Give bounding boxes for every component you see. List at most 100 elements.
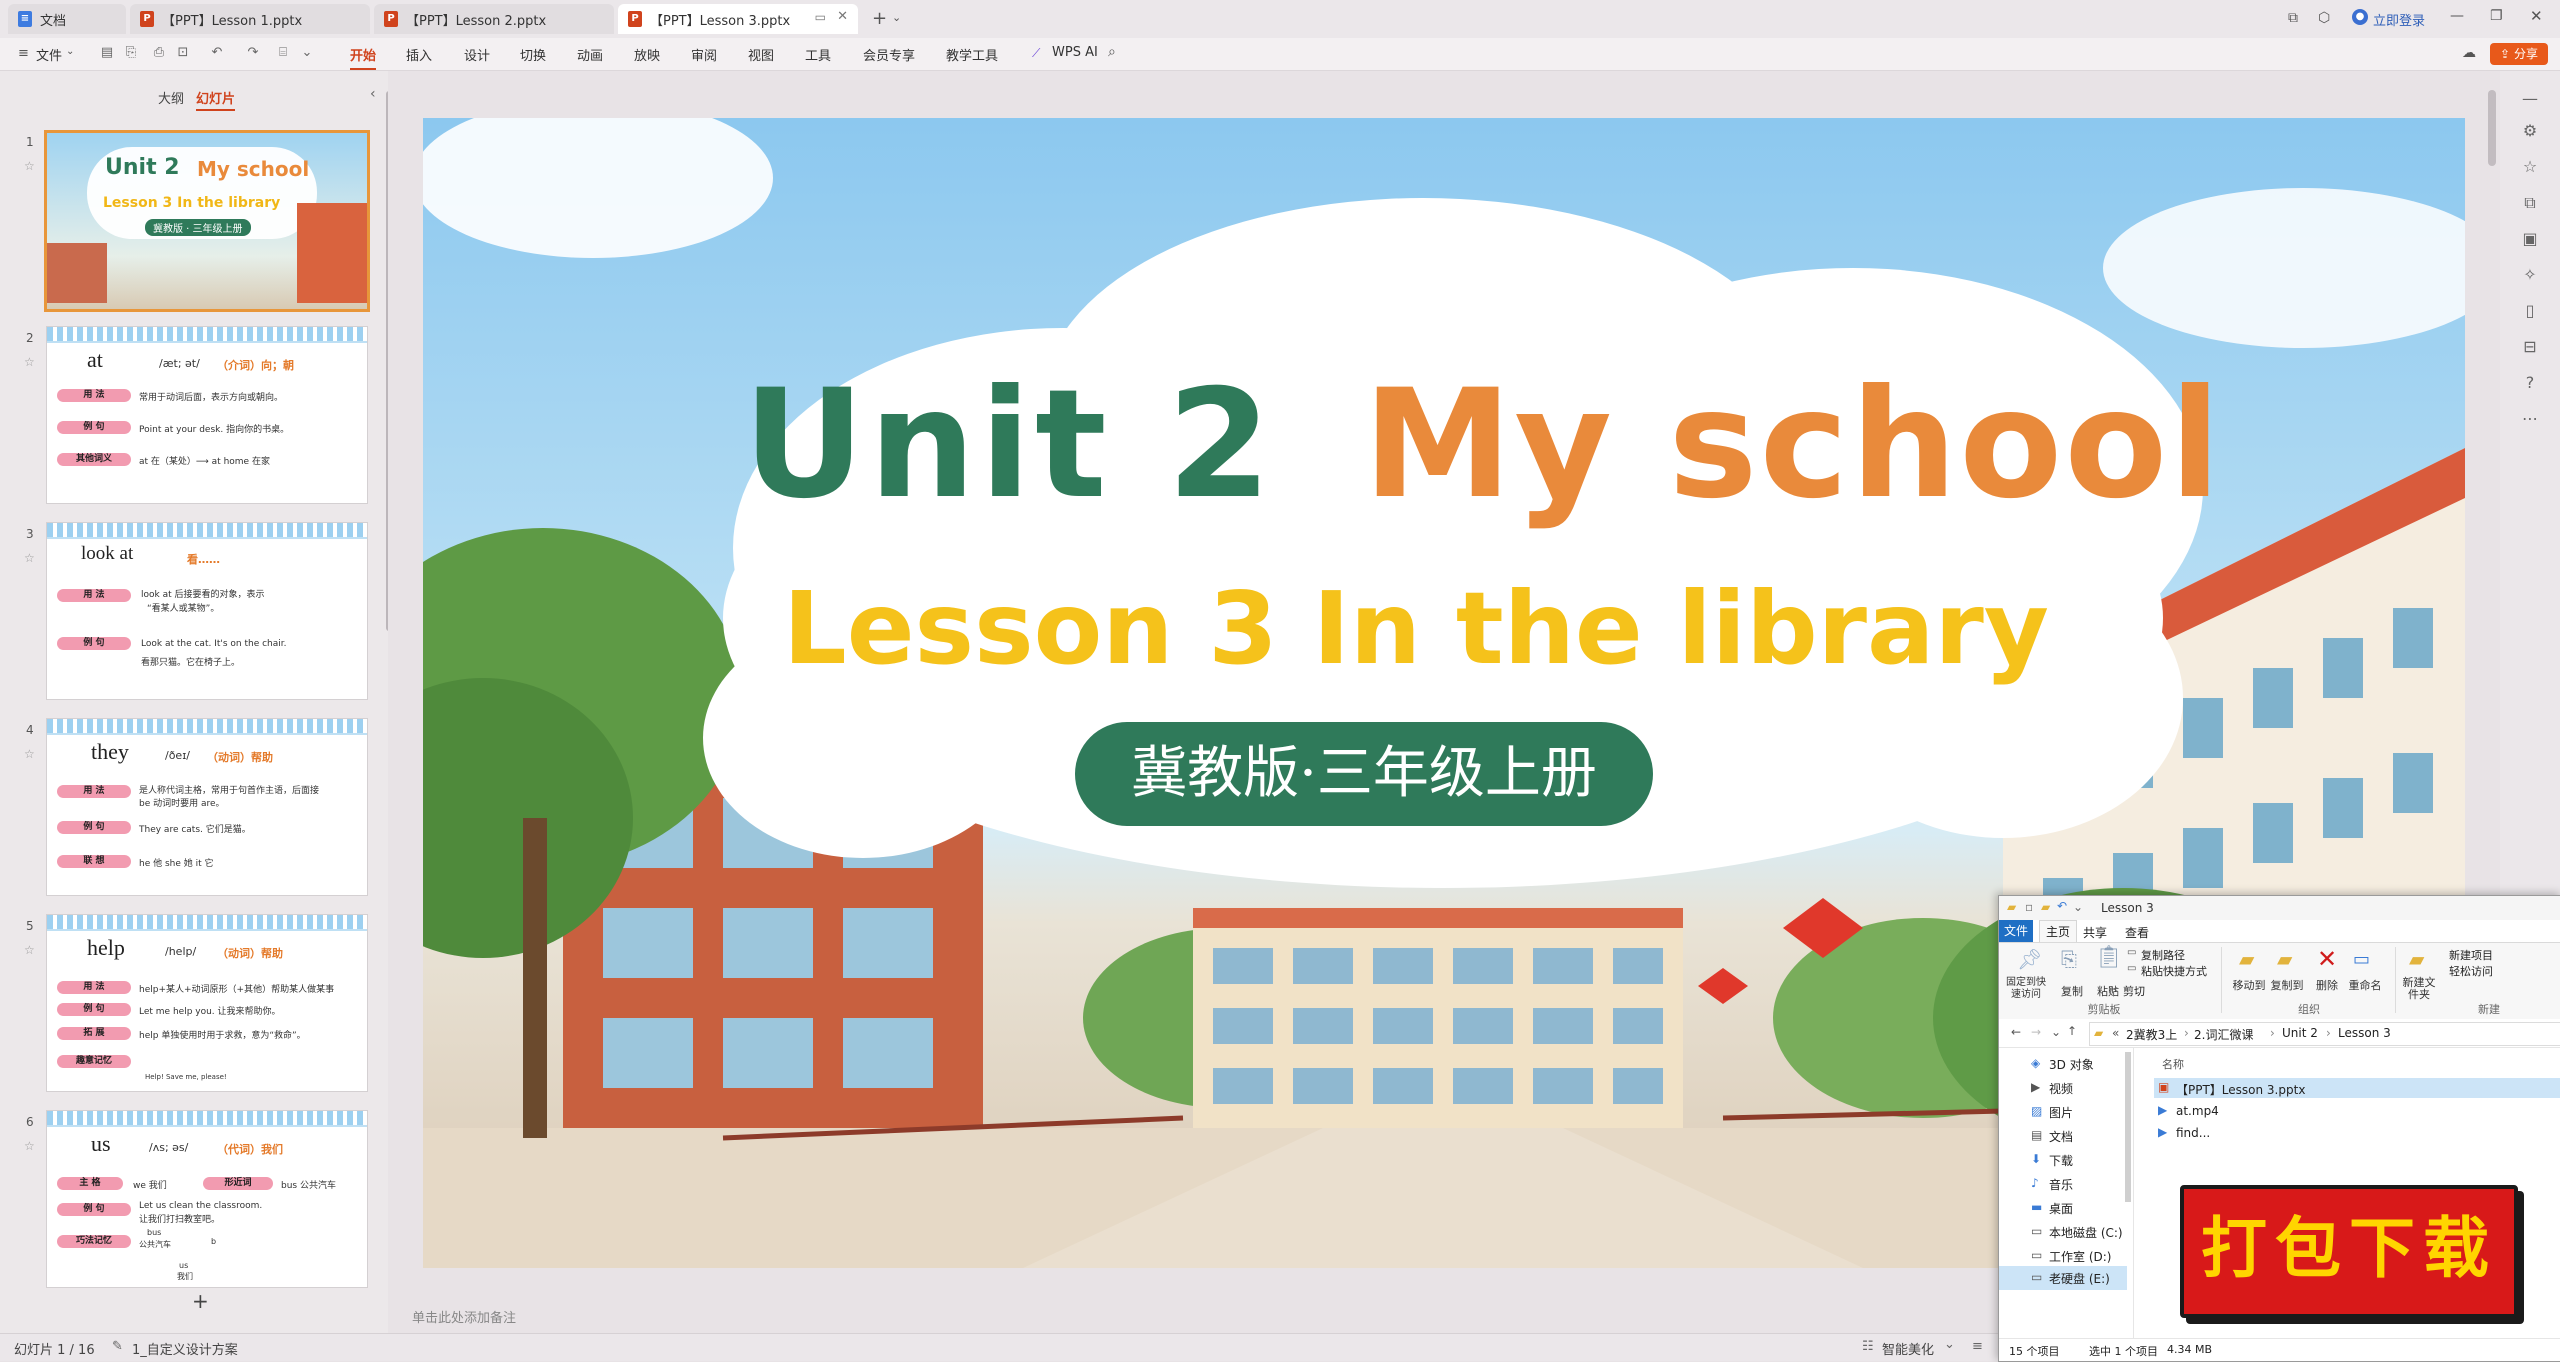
tab-documents[interactable]: ≡ 文档 (8, 4, 126, 34)
slide-scrollbar[interactable] (2488, 90, 2496, 166)
smart-beautify[interactable]: 智能美化 (1882, 1339, 1934, 1358)
back-icon[interactable]: ← (2011, 1025, 2021, 1039)
paste-button[interactable]: 粘贴 (2093, 983, 2123, 999)
menu-slideshow[interactable]: 放映 (634, 45, 660, 64)
notes-icon[interactable]: ≡ (1972, 1339, 1983, 1354)
pin-icon[interactable]: 📌︎ (2017, 947, 2042, 971)
ribbon-tab-share[interactable]: 共享 (2083, 924, 2107, 941)
breadcrumb-item[interactable]: 2.词汇微课 (2194, 1026, 2253, 1043)
chevron-down-icon[interactable]: ⌄ (300, 46, 314, 60)
breadcrumb-item[interactable]: Unit 2 (2282, 1026, 2318, 1040)
cloud-sync-icon[interactable]: ☁ (2462, 45, 2476, 61)
nav-drive-d[interactable]: 工作室 (D:) (2049, 1248, 2111, 1265)
copy-icon[interactable]: ⧉ (2520, 193, 2540, 213)
collapse-panel-icon[interactable]: ‹ (370, 86, 376, 102)
rename-icon[interactable]: ▭ (2353, 949, 2370, 970)
chevron-down-icon[interactable]: ⌄ (1944, 1337, 1955, 1352)
settings-icon[interactable]: ⚙ (2520, 121, 2540, 141)
new-item-button[interactable]: 新建项目 (2449, 947, 2493, 963)
copy-to-button[interactable]: 复制到 (2267, 977, 2307, 993)
nav-drive-c[interactable]: 本地磁盘 (C:) (2049, 1224, 2123, 1241)
copy-path-button[interactable]: 复制路径 (2141, 947, 2185, 963)
rename-button[interactable]: 重命名 (2347, 977, 2383, 993)
breadcrumb[interactable]: ▰ « 2冀教3上 › 2.词汇微课 › Unit 2 › Lesson 3 (2089, 1022, 2560, 1046)
help-icon[interactable]: ? (2520, 373, 2540, 393)
breadcrumb-item[interactable]: 2冀教3上 (2126, 1026, 2177, 1043)
minimize-icon[interactable]: — (2450, 8, 2464, 24)
star-icon[interactable]: ☆ (2520, 157, 2540, 177)
slide-thumbnail-3[interactable]: look at 看…… 用 法 look at 后接要看的对象，表示 “看某人或… (46, 522, 368, 700)
slide-thumbnail-2[interactable]: at /æt; ət/ （介词）向；朝 用 法 常用于动词后面，表示方向或朝向。… (46, 326, 368, 504)
slide-thumbnail-6[interactable]: us /ʌs; əs/ （代词）我们 主 格 we 我们 形近词 bus 公共汽… (46, 1110, 368, 1288)
minimize-panel-icon[interactable]: — (2520, 89, 2540, 109)
undo-icon[interactable]: ↶ (2057, 899, 2067, 913)
close-window-icon[interactable]: ✕ (2530, 7, 2543, 25)
menu-animation[interactable]: 动画 (577, 45, 603, 64)
redo-icon[interactable]: ↷ (246, 46, 260, 60)
nav-scrollbar[interactable] (2125, 1052, 2131, 1202)
easy-access-button[interactable]: 轻松访问 (2449, 963, 2493, 979)
new-folder-icon[interactable]: ▰ (2409, 947, 2424, 971)
tab-outline[interactable]: 大纲 (158, 88, 184, 107)
design-scheme[interactable]: 1_自定义设计方案 (132, 1339, 238, 1358)
menu-file[interactable]: 文件 (36, 45, 62, 64)
menu-view[interactable]: 视图 (748, 45, 774, 64)
move-to-button[interactable]: 移动到 (2229, 977, 2269, 993)
file-name[interactable]: at.mp4 (2176, 1104, 2219, 1118)
star-icon[interactable]: ☆ (24, 355, 35, 369)
slide-thumbnail-1[interactable]: Unit 2 My school Lesson 3 In the library… (44, 130, 370, 312)
user-avatar-icon[interactable]: ● (2352, 9, 2368, 25)
menu-wps-ai[interactable]: WPS AI (1052, 45, 1098, 60)
file-name[interactable]: find... (2176, 1126, 2210, 1140)
file-name[interactable]: 【PPT】Lesson 3.pptx (2176, 1081, 2305, 1098)
paste-icon[interactable]: 📋︎ (2095, 945, 2123, 970)
up-icon[interactable]: ↑ (2067, 1024, 2077, 1038)
close-tab-icon[interactable]: ✕ (837, 9, 848, 24)
chevron-down-icon[interactable]: ⌄ (2051, 1025, 2061, 1039)
chevron-down-icon[interactable]: ⌄ (2073, 900, 2083, 914)
export-icon[interactable]: ⎘ (124, 46, 138, 60)
copy-button[interactable]: 复制 (2057, 983, 2087, 999)
download-package-banner[interactable]: 打包下载 (2180, 1185, 2518, 1318)
nav-videos[interactable]: 视频 (2049, 1080, 2073, 1097)
restore-icon[interactable]: ❐ (2490, 8, 2503, 24)
menu-insert[interactable]: 插入 (406, 45, 432, 64)
share-button[interactable]: ⇪ 分享 (2490, 43, 2548, 65)
nav-documents[interactable]: 文档 (2049, 1128, 2073, 1145)
more-icon[interactable]: ⋯ (2520, 409, 2540, 429)
pin-quick-access-button[interactable]: 固定到快速访问 (2003, 977, 2049, 1001)
preview-icon[interactable]: ⊡ (176, 46, 190, 60)
move-to-icon[interactable]: ▰ (2239, 947, 2254, 971)
compare-icon[interactable]: ⊟ (2520, 337, 2540, 357)
cube-icon[interactable]: ⬡ (2318, 10, 2330, 26)
star-icon[interactable]: ☆ (24, 747, 35, 761)
search-icon[interactable]: ⌕ (1108, 44, 1116, 60)
delete-button[interactable]: 删除 (2309, 977, 2345, 993)
add-slide-icon[interactable]: + (192, 1289, 209, 1313)
new-folder-icon[interactable]: ▰ (2041, 900, 2050, 914)
star-icon[interactable]: ☆ (24, 1139, 35, 1153)
menu-teaching-tools[interactable]: 教学工具 (946, 45, 998, 64)
nav-desktop[interactable]: 桌面 (2049, 1200, 2073, 1217)
new-tab-icon[interactable]: + (872, 8, 887, 29)
nav-3d-objects[interactable]: 3D 对象 (2049, 1056, 2094, 1073)
login-link[interactable]: 立即登录 (2373, 10, 2425, 29)
tab-slides[interactable]: 幻灯片 (196, 88, 236, 111)
forward-icon[interactable]: → (2031, 1025, 2041, 1039)
column-header-name[interactable]: 名称 (2162, 1056, 2184, 1072)
ribbon-tab-view[interactable]: 查看 (2125, 924, 2149, 941)
magic-tool-icon[interactable]: ✧ (2520, 265, 2540, 285)
breadcrumb-overflow[interactable]: « (2112, 1026, 2119, 1040)
monitor-icon[interactable]: ▭ (815, 10, 826, 24)
breadcrumb-item[interactable]: Lesson 3 (2338, 1026, 2391, 1040)
copy-to-icon[interactable]: ▰ (2277, 947, 2292, 971)
format-painter-icon[interactable]: ⌸ (276, 46, 290, 60)
slide-thumbnail-5[interactable]: help /help/ （动词）帮助 用 法 help+某人+动词原形（+其他）… (46, 914, 368, 1092)
menu-transition[interactable]: 切换 (520, 45, 546, 64)
book-icon[interactable]: ▯ (2520, 301, 2540, 321)
star-icon[interactable]: ☆ (24, 551, 35, 565)
properties-icon[interactable]: ▫ (2025, 900, 2033, 914)
cut-button[interactable]: 剪切 (2123, 983, 2145, 999)
star-icon[interactable]: ☆ (24, 159, 35, 173)
menu-tools[interactable]: 工具 (805, 45, 831, 64)
